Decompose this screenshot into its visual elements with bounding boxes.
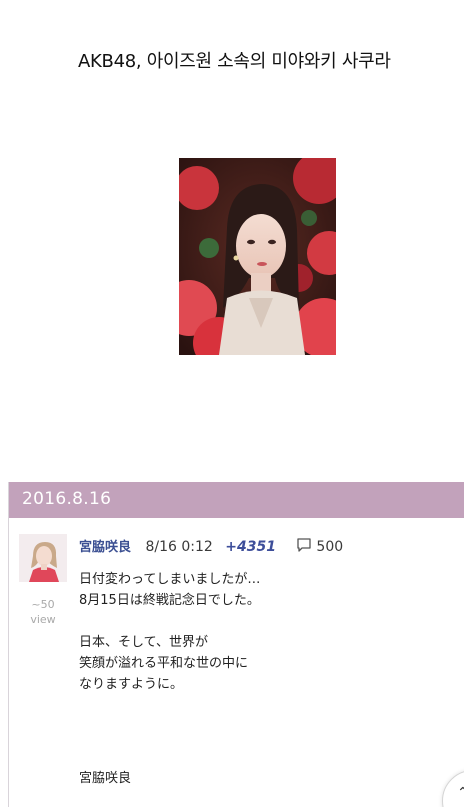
body-line — [79, 611, 449, 632]
body-line: 笑顔が溢れる平和な世の中に — [79, 656, 249, 671]
chevron-up-icon: ⌃ — [457, 785, 464, 801]
portrait-photo — [179, 158, 336, 355]
avatar[interactable] — [19, 534, 67, 582]
comment-count: 500 — [316, 539, 344, 555]
speech-bubble-icon — [296, 537, 312, 557]
author-name[interactable]: 宮脇咲良 — [79, 540, 131, 555]
body-line: 日本、そして、世界が — [79, 635, 208, 650]
post-body: 日付変わってしまいましたが… 8月15日は終戦記念日でした。 日本、そして、世界… — [79, 569, 449, 695]
body-line: 8月15日は終戦記念日でした。 — [79, 593, 260, 608]
date-header: 2016.8.16 — [9, 482, 464, 518]
comment-button[interactable]: 500 — [296, 537, 344, 557]
page: AKB48, 아이즈원 소속의 미야와키 사쿠라 2016.8.16 ~50 v… — [0, 0, 464, 807]
view-count: ~50 view — [19, 597, 67, 627]
plus-count[interactable]: +4351 — [225, 539, 276, 555]
post-date: 2016.8.16 — [22, 489, 112, 509]
body-line: なりますように。 — [79, 677, 184, 692]
post-signature: 宮脇咲良 — [79, 771, 132, 786]
view-count-number: ~50 — [31, 598, 55, 611]
view-count-label: view — [30, 613, 56, 626]
avatar-image — [19, 534, 67, 582]
article-headline: AKB48, 아이즈원 소속의 미야와키 사쿠라 — [78, 51, 391, 72]
blog-post-card: 2016.8.16 ~50 view 宮脇咲良 8/16 0:12 +4351 — [8, 482, 464, 807]
post-meta: 宮脇咲良 8/16 0:12 +4351 500 — [79, 536, 343, 557]
body-line: 日付変わってしまいましたが… — [79, 572, 261, 587]
post-time: 8/16 0:12 — [145, 539, 213, 555]
